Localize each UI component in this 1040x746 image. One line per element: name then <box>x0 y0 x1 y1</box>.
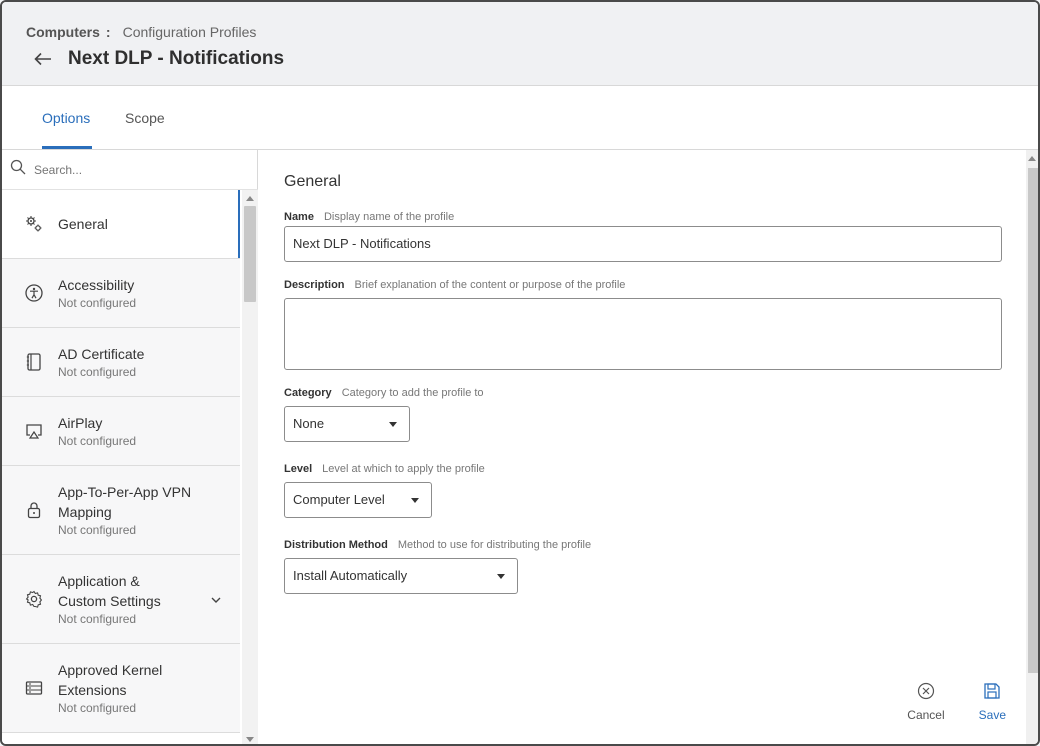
sidebar-scroll-thumb[interactable] <box>244 206 256 302</box>
name-input[interactable]: Next DLP - Notifications <box>284 226 1002 262</box>
sidebar-item-status: Not configured <box>58 296 137 310</box>
description-help-text: Brief explanation of the content or purp… <box>354 279 626 291</box>
cancel-label: Cancel <box>907 708 945 722</box>
dropdown-caret-icon <box>411 498 419 503</box>
category-help-text: Category to add the profile to <box>341 387 484 399</box>
description-textarea[interactable] <box>284 298 1002 370</box>
page-header: Computers : Configuration Profiles Next … <box>2 2 1038 86</box>
sidebar-item-label: Approved Kernel <box>58 662 163 678</box>
breadcrumb-separator: : <box>105 24 111 40</box>
description-label: Description <box>284 279 345 291</box>
search-box <box>2 150 258 190</box>
name-help-text: Display name of the profile <box>323 211 455 223</box>
page-title: Next DLP - Notifications <box>68 48 285 69</box>
category-field-label: Category Category to add the profile to <box>284 387 484 399</box>
payload-list: General Accessibility Not configured AD … <box>2 190 240 744</box>
description-field-label: Description Brief explanation of the cont… <box>284 279 625 291</box>
sidebar-item-label-line2: Custom Settings <box>58 593 161 609</box>
level-select-value: Computer Level <box>293 492 385 507</box>
form-actions: Cancel Save <box>907 682 1006 722</box>
sidebar-item-accessibility[interactable]: Accessibility Not configured <box>2 259 240 328</box>
distribution-select-value: Install Automatically <box>293 568 408 583</box>
category-label: Category <box>284 387 332 399</box>
sidebar-item-label-line2: Mapping <box>58 504 112 520</box>
category-select-value: None <box>293 416 325 431</box>
tab-scope[interactable]: Scope <box>125 110 165 148</box>
breadcrumb: Computers : Configuration Profiles <box>26 24 256 40</box>
category-select[interactable]: None <box>284 406 410 442</box>
sidebar-item-app-vpn-mapping[interactable]: App-To-Per-App VPN Mapping Not configure… <box>2 466 240 555</box>
sidebar-item-label-line2: Extensions <box>58 682 127 698</box>
settings-gear-icon <box>24 589 44 609</box>
gears-icon <box>24 214 44 234</box>
sidebar-item-label: AirPlay <box>58 415 103 431</box>
app-window: Computers : Configuration Profiles Next … <box>0 0 1040 746</box>
sidebar-item-label: Accessibility <box>58 277 135 293</box>
sidebar-item-label: Application & <box>58 573 140 589</box>
title-row: Next DLP - Notifications <box>32 48 284 70</box>
search-icon <box>10 159 26 180</box>
section-title: General <box>284 173 341 190</box>
sidebar-item-ad-certificate[interactable]: AD Certificate Not configured <box>2 328 240 397</box>
cancel-icon <box>917 682 935 705</box>
payload-sidebar: General Accessibility Not configured <box>2 150 258 744</box>
sidebar-item-label: App-To-Per-App VPN <box>58 484 192 500</box>
tab-options[interactable]: Options <box>42 110 90 148</box>
sidebar-item-status: Not configured <box>58 434 137 448</box>
dropdown-caret-icon <box>497 574 505 579</box>
name-label: Name <box>284 211 314 223</box>
save-label: Save <box>978 708 1006 722</box>
scroll-up-arrow-icon[interactable] <box>246 196 254 201</box>
breadcrumb-configuration-profiles[interactable]: Configuration Profiles <box>123 24 257 40</box>
cancel-button[interactable]: Cancel <box>907 682 945 722</box>
level-field-label: Level Level at which to apply the profile <box>284 463 485 475</box>
save-icon <box>983 682 1001 705</box>
sidebar-item-status: Not configured <box>58 612 137 626</box>
tab-bar: Options Scope <box>2 86 1038 150</box>
level-label: Level <box>284 463 313 475</box>
distribution-label: Distribution Method <box>284 539 388 551</box>
kernel-extension-icon <box>24 678 44 698</box>
level-select[interactable]: Computer Level <box>284 482 432 518</box>
sidebar-item-general[interactable]: General <box>2 190 240 259</box>
distribution-method-select[interactable]: Install Automatically <box>284 558 518 594</box>
search-input[interactable] <box>34 162 234 177</box>
sidebar-item-status: Not configured <box>58 523 137 537</box>
main-scroll-thumb[interactable] <box>1028 168 1038 673</box>
sidebar-item-application-custom-settings[interactable]: Application & Custom Settings Not config… <box>2 555 240 644</box>
accessibility-icon <box>24 283 44 303</box>
certificate-icon <box>24 352 44 372</box>
sidebar-item-label: General <box>58 216 108 232</box>
scroll-down-arrow-icon[interactable] <box>246 737 254 742</box>
sidebar-item-approved-kernel-extensions[interactable]: Approved Kernel Extensions Not configure… <box>2 644 240 733</box>
airplay-icon <box>24 421 44 441</box>
main-scrollbar[interactable] <box>1026 150 1038 744</box>
back-arrow-icon[interactable] <box>32 48 54 70</box>
dropdown-caret-icon <box>389 422 397 427</box>
chevron-down-icon[interactable] <box>210 593 222 605</box>
save-button[interactable]: Save <box>979 682 1006 722</box>
scroll-up-arrow-icon[interactable] <box>1028 156 1036 161</box>
sidebar-item-label: AD Certificate <box>58 346 145 362</box>
lock-icon <box>24 500 44 520</box>
distribution-help-text: Method to use for distributing the profi… <box>397 539 592 551</box>
distribution-field-label: Distribution Method Method to use for dis… <box>284 539 591 551</box>
breadcrumb-computers[interactable]: Computers <box>26 24 100 40</box>
active-tab-indicator <box>42 146 92 149</box>
sidebar-scrollbar[interactable] <box>242 190 258 744</box>
sidebar-item-airplay[interactable]: AirPlay Not configured <box>2 397 240 466</box>
level-help-text: Level at which to apply the profile <box>322 463 485 475</box>
sidebar-item-status: Not configured <box>58 365 137 379</box>
general-payload-form: General Name Display name of the profile … <box>259 150 1026 744</box>
sidebar-item-status: Not configured <box>58 701 137 715</box>
name-field-label: Name Display name of the profile <box>284 211 454 223</box>
